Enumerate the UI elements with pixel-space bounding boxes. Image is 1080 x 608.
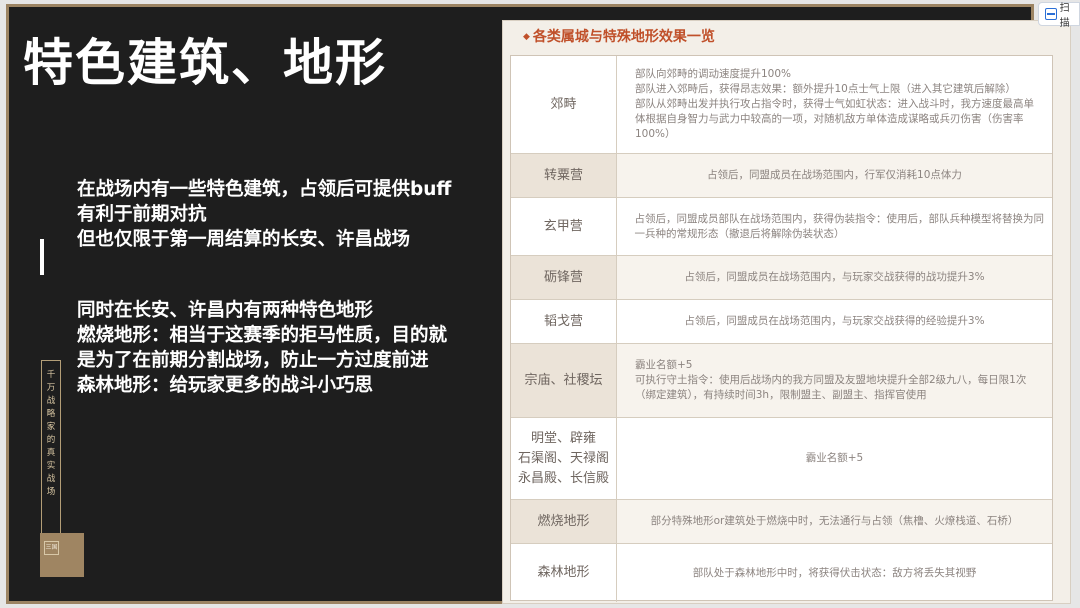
effect-line: 部队向郊畤的调动速度提升100% — [635, 68, 792, 80]
effect-description: 占领后，同盟成员在战场范围内，与玩家交战获得的战功提升3% — [617, 256, 1052, 299]
building-name: 玄甲营 — [511, 198, 617, 255]
text-line: 在战场内有一些特色建筑，占领后可提供buff — [77, 179, 452, 200]
building-name-line: 永昌殿、长信殿 — [517, 470, 609, 486]
effect-description: 部队向郊畤的调动速度提升100% 部队进入郊畤后，获得昂志效果：额外提升10点士气… — [617, 56, 1052, 153]
effects-table: 郊畤 部队向郊畤的调动速度提升100% 部队进入郊畤后，获得昂志效果：额外提升10点… — [510, 55, 1053, 602]
building-name-line: 玄甲营 — [543, 218, 583, 234]
building-name: 明堂、辟雍石渠阁、天禄阁 永昌殿、长信殿 — [511, 418, 617, 499]
effect-line: 占领后，同盟成员部队在战场范围内，获得伪装指令：使用后，部队兵种模型将替换为同 — [634, 212, 1045, 225]
slogan-char: 战 — [46, 474, 56, 484]
effect-line: 部队从郊畤出发并执行攻占指令时，获得士气如虹状态：进入战斗时，我方速度最高单 — [635, 98, 1034, 110]
slogan-char: 战 — [46, 396, 56, 406]
accent-bar — [40, 239, 44, 275]
table-row: 郊畤 部队向郊畤的调动速度提升100% 部队进入郊畤后，获得昂志效果：额外提升10点… — [511, 56, 1052, 154]
slogan-char: 场 — [46, 487, 56, 497]
building-name-line: 森林地形 — [537, 565, 590, 580]
effect-line: 100%） — [635, 128, 676, 140]
panel-heading-text: 各类属城与特殊地形效果一览 — [532, 29, 715, 45]
effect-line: 霸业名额+5 — [635, 359, 693, 371]
table-row: 森林地形 部队处于森林地形中时，将获得伏击状态：敌方将丢失其视野 — [511, 544, 1052, 602]
effect-line: 占领后，同盟成员在战场范围内，行军仅消耗10点体力 — [707, 169, 962, 181]
effect-line: 部队进入郊畤后，获得昂志效果：额外提升10点士气上限（进入其它建筑后解除） — [635, 83, 1016, 95]
scan-button[interactable]: 扫描 — [1038, 2, 1080, 29]
text-line: 有利于前期对抗 — [77, 204, 207, 225]
building-name: 转粟营 — [511, 154, 617, 197]
table-row: 宗庙、社稷坛 霸业名额+5 可执行守土指令：使用后战场内的我方同盟及友盟地块提升全部… — [511, 344, 1052, 418]
text-line: 燃烧地形：相当于这赛季的拒马性质，目的就 — [77, 325, 448, 346]
effect-line: 一兵种的常规形态（撤退后将解除伪装状态） — [634, 227, 845, 240]
diamond-icon: ◆ — [523, 32, 530, 42]
building-name: 森林地形 — [511, 544, 617, 602]
building-name-line: 砺锋营 — [543, 269, 583, 285]
building-name: 韬戈营 — [511, 300, 617, 343]
slogan-char: 的 — [46, 435, 56, 445]
building-name: 砺锋营 — [511, 256, 617, 299]
effect-line: 占领后，同盟成员在战场范围内，与玩家交战获得的经验提升3% — [684, 315, 985, 327]
building-name-line: 宗庙、社稷坛 — [524, 372, 603, 388]
text-line: 是为了在前期分割战场，防止一方过度前进 — [77, 350, 429, 371]
building-name: 燃烧地形 — [511, 500, 617, 543]
slogan-char: 略 — [46, 409, 56, 419]
building-name: 宗庙、社稷坛 — [511, 344, 617, 417]
effect-description: 占领后，同盟成员在战场范围内，与玩家交战获得的经验提升3% — [617, 300, 1052, 343]
text-line: 同时在长安、许昌内有两种特色地形 — [77, 300, 374, 321]
slogan-char: 真 — [46, 448, 56, 458]
effect-description: 占领后，同盟成员部队在战场范围内，获得伪装指令：使用后，部队兵种模型将替换为同一… — [617, 198, 1053, 255]
effects-panel: ◆ 各类属城与特殊地形效果一览 郊畤 部队向郊畤的调动速度提升100% 部队进入郊畤后… — [502, 20, 1071, 604]
text-line: 森林地形：给玩家更多的战斗小巧思 — [77, 375, 374, 396]
terrain-paragraph: 同时在长安、许昌内有两种特色地形 燃烧地形：相当于这赛季的拒马性质，目的就 是为… — [77, 298, 447, 398]
building-name-line: 燃烧地形 — [537, 513, 590, 529]
slogan-char: 万 — [46, 383, 56, 393]
table-row: 转粟营 占领后，同盟成员在战场范围内，行军仅消耗10点体力 — [511, 154, 1052, 198]
effect-line: 可执行守土指令：使用后战场内的我方同盟及友盟地块提升全部2级九八，每日限1次 — [635, 374, 1027, 386]
building-name-line: 郊畤 — [550, 96, 577, 112]
badge-label: 三国 — [44, 541, 59, 555]
building-name-line: 韬戈营 — [543, 313, 583, 329]
effect-line: （绑定建筑），有持续时间3h，限制盟主、副盟主、指挥官使用 — [635, 389, 927, 401]
intro-paragraph: 在战场内有一些特色建筑，占领后可提供buff 有利于前期对抗 但也仅限于第一周结… — [77, 177, 451, 252]
table-row: 砺锋营 占领后，同盟成员在战场范围内，与玩家交战获得的战功提升3% — [511, 256, 1052, 300]
text-line: 但也仅限于第一周结算的长安、许昌战场 — [77, 229, 411, 250]
vertical-slogan: 千 万 战 略 家 的 真 实 战 场 — [41, 360, 61, 550]
building-name-line: 石渠阁、天禄阁 — [517, 450, 609, 466]
table-row: 韬戈营 占领后，同盟成员在战场范围内，与玩家交战获得的经验提升3% — [511, 300, 1052, 344]
slogan-char: 实 — [46, 461, 56, 471]
effect-line: 霸业名额+5 — [805, 452, 864, 464]
effect-description: 占领后，同盟成员在战场范围内，行军仅消耗10点体力 — [617, 154, 1052, 197]
effect-description: 霸业名额+5 — [617, 418, 1052, 499]
effect-line: 部分特殊地形or建筑处于燃烧中时，无法通行与占领（焦橹、火燎栈道、石桥） — [650, 515, 1019, 527]
slogan-char: 家 — [46, 422, 56, 432]
effect-line: 部队处于森林地形中时，将获得伏击状态：敌方将丢失其视野 — [692, 566, 977, 579]
building-name-line: 转粟营 — [543, 167, 583, 183]
scan-label: 扫描 — [1059, 3, 1070, 29]
table-row: 玄甲营 占领后，同盟成员部队在战场范围内，获得伪装指令：使用后，部队兵种模型将替换… — [511, 198, 1052, 256]
logo-badge: 三国 — [40, 533, 84, 577]
effect-description: 部分特殊地形or建筑处于燃烧中时，无法通行与占领（焦橹、火燎栈道、石桥） — [617, 500, 1052, 543]
slide-title: 特色建筑、地形 — [23, 34, 387, 92]
slogan-char: 千 — [46, 370, 56, 380]
scan-icon — [1045, 8, 1057, 20]
effect-description: 霸业名额+5 可执行守土指令：使用后战场内的我方同盟及友盟地块提升全部2级九八，每… — [617, 344, 1052, 417]
table-row: 燃烧地形 部分特殊地形or建筑处于燃烧中时，无法通行与占领（焦橹、火燎栈道、石桥） — [511, 500, 1052, 544]
effect-line: 体根据自身智力与武力中较高的一项，对随机敌方单体造成谋略或兵刃伤害（伤害率 — [635, 113, 1024, 125]
building-name-line: 明堂、辟雍 — [530, 430, 596, 446]
building-name: 郊畤 — [511, 56, 617, 153]
effect-description: 部队处于森林地形中时，将获得伏击状态：敌方将丢失其视野 — [617, 544, 1052, 602]
effect-line: 占领后，同盟成员在战场范围内，与玩家交战获得的战功提升3% — [684, 271, 985, 283]
panel-heading: ◆ 各类属城与特殊地形效果一览 — [523, 26, 715, 46]
table-row: 明堂、辟雍石渠阁、天禄阁 永昌殿、长信殿 霸业名额+5 — [511, 418, 1052, 500]
